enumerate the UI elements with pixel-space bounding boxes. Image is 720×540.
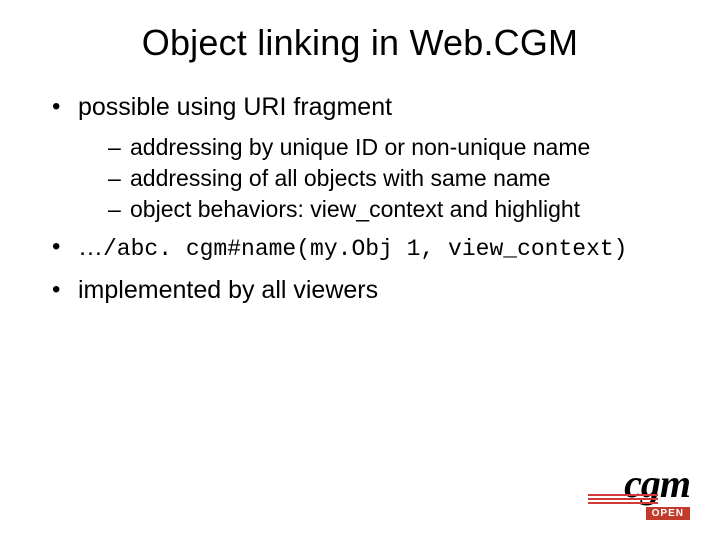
sub-bullet-addressing-all: addressing of all objects with same name xyxy=(108,164,686,193)
sub-bullet-list: addressing by unique ID or non-unique na… xyxy=(78,133,686,223)
slide-title: Object linking in Web.CGM xyxy=(0,22,720,64)
bullet-text: possible using URI fragment xyxy=(78,93,392,121)
logo-tag: OPEN xyxy=(646,507,690,520)
ellipsis-text: … xyxy=(78,233,103,261)
logo-stripes-icon xyxy=(588,494,658,506)
sub-bullet-addressing-id: addressing by unique ID or non-unique na… xyxy=(108,133,686,162)
bullet-list: possible using URI fragment addressing b… xyxy=(46,92,686,307)
slide-body: possible using URI fragment addressing b… xyxy=(46,92,686,313)
sub-bullet-behaviors: object behaviors: view_context and highl… xyxy=(108,195,686,224)
slide: Object linking in Web.CGM possible using… xyxy=(0,0,720,540)
bullet-implemented: implemented by all viewers xyxy=(46,275,686,306)
code-fragment: /abc. cgm#name(my.Obj 1, view_context) xyxy=(103,236,628,262)
bullet-possible: possible using URI fragment addressing b… xyxy=(46,92,686,224)
cgm-open-logo: cgm OPEN xyxy=(594,464,690,520)
bullet-uri-example: …/abc. cgm#name(my.Obj 1, view_context) xyxy=(46,232,686,264)
